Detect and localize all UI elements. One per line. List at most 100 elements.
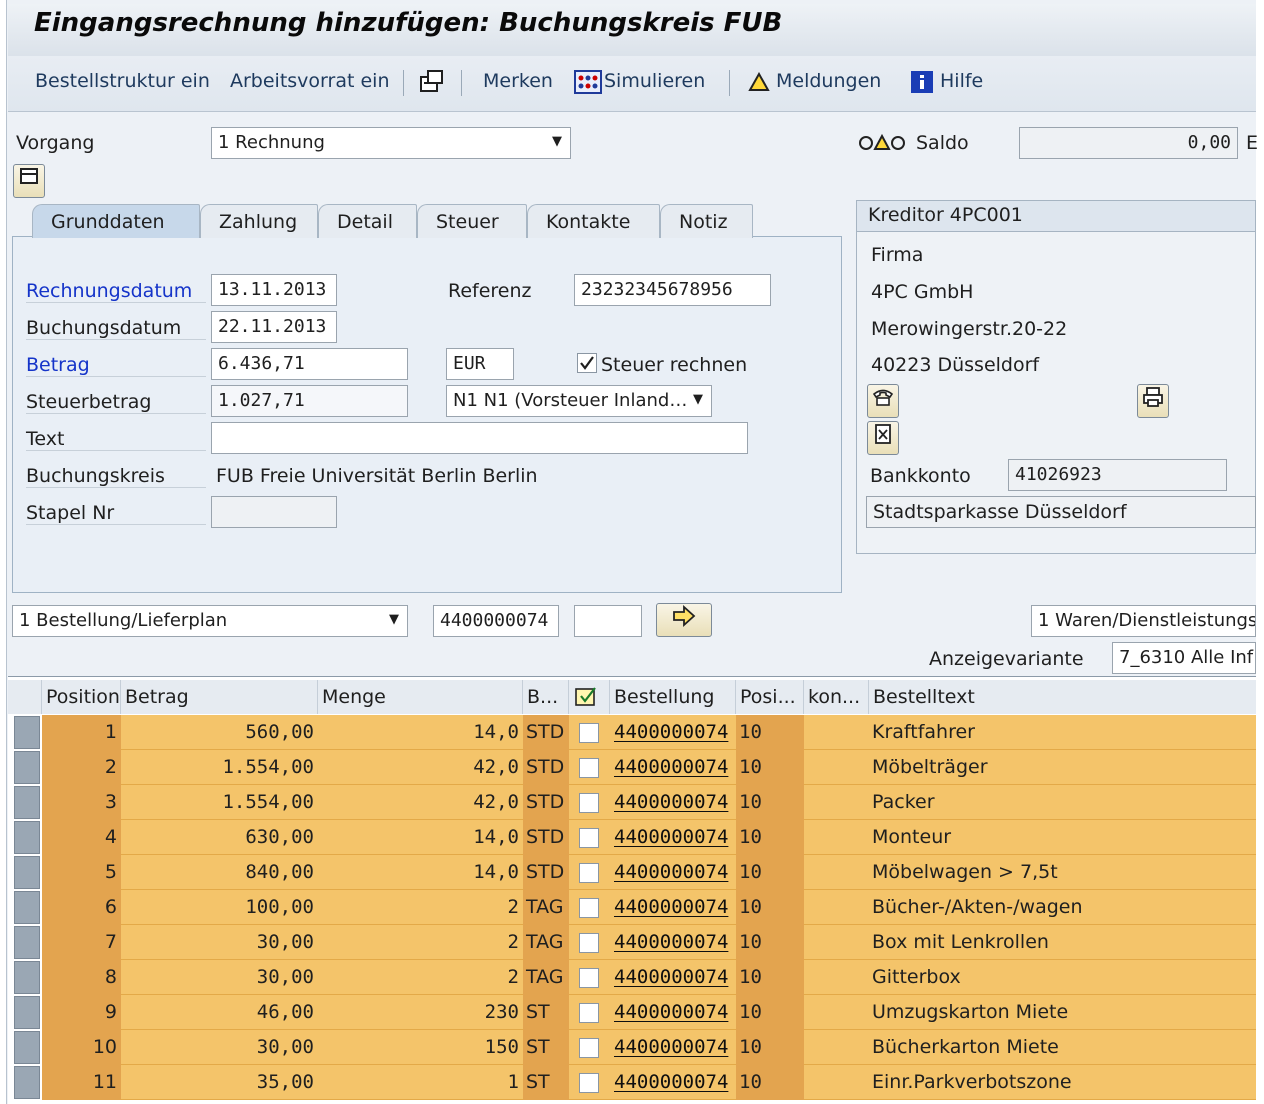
row-selector[interactable] (14, 961, 40, 994)
bestellstruktur-button[interactable]: Bestellstruktur ein (35, 70, 210, 92)
checkbox-cell (569, 1030, 610, 1065)
row-selector[interactable] (14, 786, 40, 819)
col-header-posi[interactable]: Posi... (736, 680, 804, 714)
einheit-cell: ST (523, 1030, 569, 1065)
col-header-menge[interactable]: Menge (318, 680, 523, 714)
arbeitsvorrat-button[interactable]: Arbeitsvorrat ein (230, 70, 390, 92)
bestellung-link[interactable]: 4400000074 (614, 791, 728, 813)
bestellung-link[interactable]: 4400000074 (614, 861, 728, 883)
row-selector[interactable] (14, 821, 40, 854)
steuer-rechnen-checkbox[interactable] (577, 353, 597, 373)
col-header-position[interactable]: Position (42, 680, 121, 714)
hilfe-button[interactable]: Hilfe (940, 70, 983, 92)
row-checkbox[interactable] (579, 968, 599, 988)
merken-button[interactable]: Merken (483, 70, 553, 92)
row-selector[interactable] (14, 1031, 40, 1064)
menge-cell: 14,0 (473, 826, 519, 848)
row-selector[interactable] (14, 996, 40, 1029)
einheit-cell: ST (523, 1065, 569, 1100)
select-all-corner[interactable] (8, 680, 42, 714)
col-header-bestellung[interactable]: Bestellung (610, 680, 736, 714)
einheit-cell: STD (523, 855, 569, 890)
waehrung-field[interactable]: EUR (446, 348, 514, 380)
betrag-cell: 35,00 (256, 1071, 314, 1093)
referenz-label: Referenz (448, 280, 532, 302)
position-cell: 2 (42, 750, 121, 785)
tab-steuer[interactable]: Steuer (417, 204, 527, 238)
row-checkbox[interactable] (579, 828, 599, 848)
apply-arrow-icon[interactable] (656, 603, 712, 637)
bestellung-link[interactable]: 4400000074 (614, 1001, 728, 1023)
rechnungsdatum-label[interactable]: Rechnungsdatum (26, 280, 206, 303)
bestellung-link[interactable]: 4400000074 (614, 756, 728, 778)
betrag-cell: 100,00 (245, 896, 314, 918)
vorgang-select[interactable]: 1 Rechnung (211, 127, 571, 159)
buchungskreis-value: FUB Freie Universität Berlin Berlin (216, 465, 538, 487)
posi-cell: 10 (736, 820, 804, 855)
bestellung-link[interactable]: 4400000074 (614, 1036, 728, 1058)
col-header-bestellmengeneinheit[interactable]: B... (523, 680, 569, 714)
row-checkbox[interactable] (579, 758, 599, 778)
betrag-label[interactable]: Betrag (26, 354, 206, 377)
bezug-typ-select[interactable]: 1 Bestellung/Lieferplan (12, 605, 408, 637)
bestellung-link[interactable]: 4400000074 (614, 896, 728, 918)
kreditor-ort: 40223 Düsseldorf (871, 354, 1040, 376)
row-selector[interactable] (14, 1066, 40, 1099)
bezug-art-select[interactable]: 1 Waren/Dienstleistungs (1031, 605, 1256, 637)
bankkonto-label: Bankkonto (870, 465, 971, 487)
row-checkbox[interactable] (579, 1003, 599, 1023)
row-selector[interactable] (14, 926, 40, 959)
row-checkbox[interactable] (579, 863, 599, 883)
tab-notiz[interactable]: Notiz (660, 204, 753, 238)
tab-grunddaten[interactable]: Grunddaten (32, 204, 200, 238)
betrag-cell: 30,00 (256, 1036, 314, 1058)
tab-zahlung[interactable]: Zahlung (200, 204, 318, 238)
tab-detail[interactable]: Detail (318, 204, 417, 238)
rechnungsdatum-field[interactable]: 13.11.2013 (211, 274, 337, 306)
bestelltext-cell: Kraftfahrer (872, 721, 975, 743)
hold-document-icon[interactable] (418, 68, 446, 96)
bezug-zusatz-field[interactable] (574, 605, 642, 637)
anzeigevariante-field[interactable]: 7_6310 Alle Inf (1112, 642, 1256, 674)
bestellung-link[interactable]: 4400000074 (614, 721, 728, 743)
row-selector[interactable] (14, 751, 40, 784)
bestellung-link[interactable]: 4400000074 (614, 931, 728, 953)
row-selector[interactable] (14, 891, 40, 924)
checkbox-cell (569, 855, 610, 890)
fax-icon[interactable] (867, 421, 899, 455)
col-header-kontierung[interactable]: kon... (804, 680, 869, 714)
stapel-field[interactable] (211, 496, 337, 528)
steuerkennzeichen-select[interactable]: N1 N1 (Vorsteuer Inland… (446, 385, 712, 417)
print-icon[interactable] (1137, 384, 1169, 418)
position-cell: 5 (42, 855, 121, 890)
row-selector[interactable] (14, 856, 40, 889)
buchungsdatum-field[interactable]: 22.11.2013 (211, 311, 337, 343)
row-selector[interactable] (14, 716, 40, 749)
col-header-bestelltext[interactable]: Bestelltext (869, 680, 1256, 714)
simulieren-button[interactable]: Simulieren (604, 70, 705, 92)
row-checkbox[interactable] (579, 723, 599, 743)
row-checkbox[interactable] (579, 933, 599, 953)
text-field[interactable] (211, 422, 748, 454)
header-toggle-icon[interactable] (13, 164, 45, 198)
col-header-betrag[interactable]: Betrag (121, 680, 318, 714)
bestellnummer-field[interactable]: 4400000074 (433, 605, 559, 637)
row-checkbox[interactable] (579, 1038, 599, 1058)
bestellung-link[interactable]: 4400000074 (614, 826, 728, 848)
position-cell: 11 (42, 1065, 121, 1100)
position-cell: 4 (42, 820, 121, 855)
betrag-field[interactable]: 6.436,71 (211, 348, 408, 380)
col-header-check[interactable] (569, 680, 610, 714)
steuerbetrag-field[interactable]: 1.027,71 (211, 385, 408, 417)
row-checkbox[interactable] (579, 1073, 599, 1093)
row-checkbox[interactable] (579, 793, 599, 813)
meldungen-button[interactable]: Meldungen (776, 70, 881, 92)
row-checkbox[interactable] (579, 898, 599, 918)
tab-kontakte[interactable]: Kontakte (527, 204, 660, 238)
bestellung-link[interactable]: 4400000074 (614, 1071, 728, 1093)
bestellung-link[interactable]: 4400000074 (614, 966, 728, 988)
buchungskreis-label: Buchungskreis (26, 465, 206, 488)
referenz-field[interactable]: 23232345678956 (574, 274, 771, 306)
checkbox-cell (569, 785, 610, 820)
phone-icon[interactable] (867, 384, 899, 418)
